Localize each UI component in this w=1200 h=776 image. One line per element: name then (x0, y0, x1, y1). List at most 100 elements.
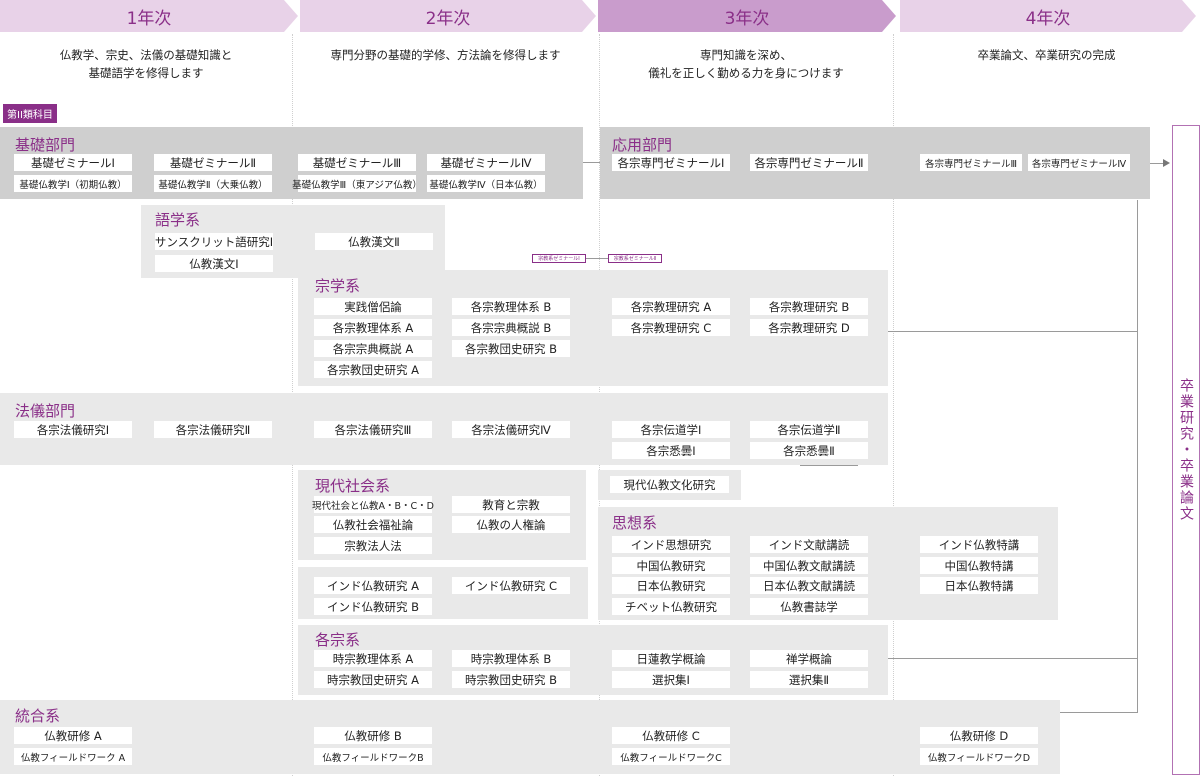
kiso-title: 基礎部門 (15, 136, 76, 154)
course-indo-kenkyu-c: インド仏教研究 C (452, 577, 570, 594)
gendai-title: 現代社会系 (315, 477, 391, 495)
course-zengaku-gairon: 禅学概論 (750, 650, 868, 667)
course-senchakushu-1: 選択集Ⅰ (612, 671, 730, 688)
course-jishu-kyodanshi-a: 時宗教団史研究 A (314, 671, 432, 688)
course-fieldwork-d: 仏教フィールドワークD (920, 748, 1038, 765)
course-dendo-2: 各宗伝道学Ⅱ (750, 421, 868, 438)
course-kiso-seminar-3: 基礎ゼミナールⅢ (298, 154, 416, 171)
course-hogi-3: 各宗法儀研究Ⅲ (314, 421, 432, 438)
connector-line (888, 658, 1138, 659)
course-shuten-b: 各宗宗典概説 B (452, 319, 570, 336)
connector-line (583, 162, 600, 163)
oyo-title: 応用部門 (612, 136, 673, 154)
connector-line (586, 258, 608, 259)
course-chugoku-bunken: 中国仏教文献講読 (750, 557, 868, 574)
course-oyo-seminar-2: 各宗専門ゼミナールⅡ (750, 154, 868, 171)
course-kenshu-c: 仏教研修 C (612, 727, 730, 744)
connector-line (1060, 712, 1138, 713)
course-hogi-4: 各宗法儀研究Ⅳ (452, 421, 570, 438)
course-indo-kenkyu-b: インド仏教研究 B (314, 598, 432, 615)
year-4-header: 4年次 (900, 0, 1196, 32)
course-indo-shiso: インド思想研究 (612, 536, 730, 553)
course-kyori-kenkyu-d: 各宗教理研究 D (750, 319, 868, 336)
kiso-panel: 基礎部門 基礎ゼミナールⅠ 基礎ゼミナールⅡ 基礎ゼミナールⅢ 基礎ゼミナールⅣ… (0, 127, 583, 199)
course-jishu-kyodanshi-b: 時宗教団史研究 B (452, 671, 570, 688)
course-indo-bunken: インド文献講読 (750, 536, 868, 553)
course-kiso-seminar-2: 基礎ゼミナールⅡ (154, 154, 272, 171)
course-kenshu-b: 仏教研修 B (314, 727, 432, 744)
course-kiso-bukkyo-3: 基礎仏教学Ⅲ（東アジア仏教） (292, 175, 422, 192)
course-kanbun-2: 仏教漢文Ⅱ (315, 233, 433, 250)
course-jishu-kyori-b: 時宗教理体系 B (452, 650, 570, 667)
year-2-header: 2年次 (300, 0, 596, 32)
course-nichiren-gairon: 日蓮教学概論 (612, 650, 730, 667)
course-kanbun-1: 仏教漢文Ⅰ (155, 255, 273, 272)
shiso-title: 思想系 (612, 514, 658, 532)
course-fieldwork-b: 仏教フィールドワークB (314, 748, 432, 765)
shugaku-title: 宗学系 (315, 277, 361, 295)
course-indo-tokko: インド仏教特講 (920, 536, 1038, 553)
togo-panel: 統合系 仏教研修 A 仏教研修 B 仏教研修 C 仏教研修 D 仏教フィールドワ… (0, 700, 1060, 774)
course-gendai-shakai: 現代社会と仏教A・B・C・D (312, 496, 434, 513)
oyo-panel: 応用部門 各宗専門ゼミナールⅠ 各宗専門ゼミナールⅡ 各宗専門ゼミナールⅢ 各宗… (600, 127, 1150, 199)
kakushu-title: 各宗系 (315, 631, 361, 649)
course-shuten-a: 各宗宗典概説 A (314, 340, 432, 357)
indo-panel: インド仏教研究 A インド仏教研究 C インド仏教研究 B (298, 567, 588, 619)
arrow-right-icon (1163, 159, 1170, 167)
course-shittan-1: 各宗悉曇Ⅰ (612, 442, 730, 459)
year-3-description: 専門知識を深め、 儀礼を正しく勤める力を身につけます (648, 48, 844, 80)
gendai-panel: 現代社会系 現代社会と仏教A・B・C・D 教育と宗教 仏教社会福祉論 仏教の人権… (298, 470, 586, 560)
year-2-description: 専門分野の基礎的学修、方法論を修得します (330, 48, 561, 62)
year-1-header: 1年次 (0, 0, 298, 32)
course-gendai-bunka: 現代仏教文化研究 (610, 476, 729, 493)
course-kyori-taikei-a: 各宗教理体系 A (314, 319, 432, 336)
connector-line (1137, 200, 1138, 713)
course-senchakushu-2: 選択集Ⅱ (750, 671, 868, 688)
course-oyo-seminar-1: 各宗専門ゼミナールⅠ (612, 154, 730, 171)
course-kyori-kenkyu-c: 各宗教理研究 C (612, 319, 730, 336)
course-fieldwork-c: 仏教フィールドワークC (612, 748, 730, 765)
course-oyo-seminar-4: 各宗専門ゼミナールⅣ (1028, 154, 1130, 171)
course-jissen-soryo: 実践僧侶論 (314, 298, 432, 315)
gogaku-panel: 語学系 サンスクリット語研究Ⅰ 仏教漢文Ⅱ 仏教漢文Ⅰ (141, 205, 445, 278)
course-kiso-bukkyo-2: 基礎仏教学Ⅱ（大乗仏教） (154, 175, 272, 192)
course-kiso-bukkyo-1: 基礎仏教学Ⅰ（初期仏教） (14, 175, 132, 192)
year-1-description: 仏教学、宗史、法儀の基礎知識と 基礎語学を修得します (59, 48, 233, 80)
course-tibet-kenkyu: チベット仏教研究 (612, 598, 730, 615)
mini-seminar-2: 宗教系ゼミナールⅡ (608, 254, 662, 263)
course-kiso-bukkyo-4: 基礎仏教学Ⅳ（日本仏教） (427, 175, 545, 192)
year-4-description: 卒業論文、卒業研究の完成 (977, 48, 1116, 62)
course-jishu-kyori-a: 時宗教理体系 A (314, 650, 432, 667)
course-hogi-1: 各宗法儀研究Ⅰ (14, 421, 132, 438)
course-nihon-kenkyu: 日本仏教研究 (612, 577, 730, 594)
course-shoshigaku: 仏教書誌学 (750, 598, 868, 615)
course-kyodanshi-b: 各宗教団史研究 B (452, 340, 570, 357)
course-hogi-2: 各宗法儀研究Ⅱ (154, 421, 272, 438)
course-shakai-fukushi: 仏教社会福祉論 (314, 516, 432, 533)
hogi-panel: 法儀部門 各宗法儀研究Ⅰ 各宗法儀研究Ⅱ 各宗法儀研究Ⅲ 各宗法儀研究Ⅳ 各宗伝… (0, 393, 888, 465)
course-chugoku-kenkyu: 中国仏教研究 (612, 557, 730, 574)
connector-line (888, 331, 1138, 332)
connector-line (1150, 163, 1164, 164)
hogi-title: 法儀部門 (15, 402, 76, 420)
course-kenshu-a: 仏教研修 A (14, 727, 132, 744)
course-nihon-bunken: 日本仏教文献講読 (750, 577, 868, 594)
graduation-research-box: 卒業研究・卒業論文 (1172, 125, 1200, 775)
course-shukyo-hojin: 宗教法人法 (314, 537, 432, 554)
course-kyori-kenkyu-a: 各宗教理研究 A (612, 298, 730, 315)
year-3-header: 3年次 (598, 0, 896, 32)
category-tag: 第II類科目 (3, 104, 57, 123)
course-kyodanshi-a: 各宗教団史研究 A (314, 361, 432, 378)
course-jinken: 仏教の人権論 (452, 516, 570, 533)
course-shittan-2: 各宗悉曇Ⅱ (750, 442, 868, 459)
course-sanskrit-1: サンスクリット語研究Ⅰ (154, 233, 274, 250)
kakushu-panel: 各宗系 時宗教理体系 A 時宗教理体系 B 時宗教団史研究 A 時宗教団史研究 … (298, 625, 888, 695)
course-kyoiku-shukyo: 教育と宗教 (452, 496, 570, 513)
course-kyori-kenkyu-b: 各宗教理研究 B (750, 298, 868, 315)
shugaku-panel: 宗学系 実践僧侶論 各宗教理体系 B 各宗教理体系 A 各宗宗典概説 B 各宗宗… (298, 270, 888, 386)
shiso-panel: 思想系 インド思想研究 インド文献講読 インド仏教特講 中国仏教研究 中国仏教文… (598, 507, 1058, 620)
course-fieldwork-a: 仏教フィールドワーク A (14, 748, 132, 765)
course-chugoku-tokko: 中国仏教特講 (920, 557, 1038, 574)
course-dendo-1: 各宗伝道学Ⅰ (612, 421, 730, 438)
course-kiso-seminar-4: 基礎ゼミナールⅣ (427, 154, 545, 171)
